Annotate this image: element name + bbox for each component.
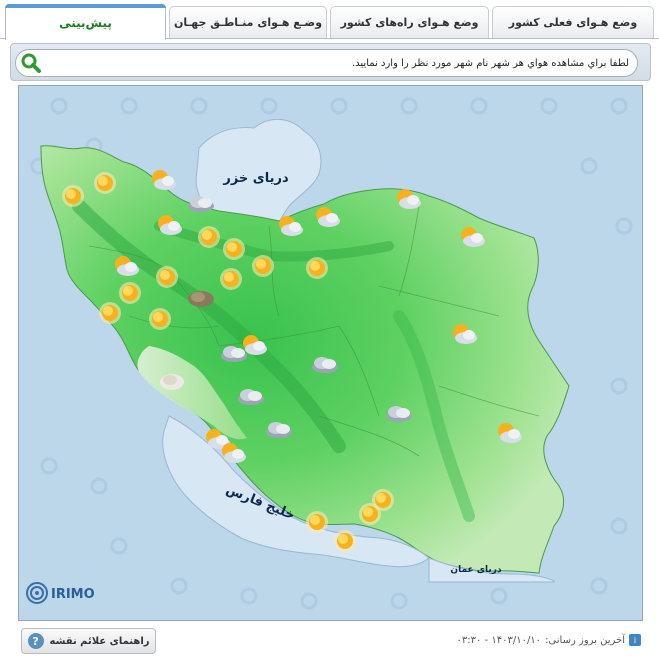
tab-label: وضـع هـواى منـاطـق جهـان (173, 16, 323, 29)
sun-icon[interactable] (156, 266, 178, 288)
sun-icon[interactable] (220, 268, 242, 290)
dust-icon[interactable] (188, 291, 214, 307)
fog-icon[interactable] (160, 374, 184, 390)
city-search-input[interactable] (54, 53, 629, 73)
sun-icon[interactable] (223, 238, 245, 260)
irimo-logo-text: IRIMO (51, 587, 95, 602)
info-icon: i (629, 634, 641, 646)
search-box (15, 49, 638, 77)
sun-icon[interactable] (62, 185, 84, 207)
last-update-value: ۱۴۰۳/۱۰/۱۰ - ۰۳:۳۰ (456, 634, 542, 646)
sun-icon[interactable] (334, 530, 356, 552)
caspian-label: درياى خزر (222, 171, 289, 186)
legend-button-label: راهنماى علائم نقشه (49, 635, 150, 647)
sun-icon[interactable] (119, 282, 141, 304)
tab-label: وضع هـواى راه‌های كشور (340, 16, 479, 29)
sun-icon[interactable] (149, 308, 171, 330)
sun-icon[interactable] (359, 503, 381, 525)
sun-icon[interactable] (252, 255, 274, 277)
sun-icon[interactable] (198, 226, 220, 248)
help-icon: ? (27, 633, 44, 649)
search-icon[interactable] (20, 53, 42, 73)
tab-forecast[interactable]: پيش‌بينى (5, 4, 166, 40)
last-update: i آخرين بروز رسانى: ۱۴۰۳/۱۰/۱۰ - ۰۳:۳۰ (457, 634, 641, 646)
map-legend-button[interactable]: راهنماى علائم نقشه ? (21, 628, 156, 654)
sun-icon[interactable] (306, 511, 328, 533)
sun-icon[interactable] (99, 302, 121, 324)
iran-map: درياى خزر خليج فارس درياى عمان IRIMO (19, 86, 642, 620)
tab-current-weather[interactable]: وضع هـواى فعلى كشور (492, 6, 654, 38)
tab-bar: وضع هـواى فعلى كشور وضع هـواى راه‌های كش… (0, 4, 659, 40)
last-update-label: آخرين بروز رسانى: (545, 634, 625, 646)
search-bar (10, 43, 651, 81)
tab-road-weather[interactable]: وضع هـواى راه‌های كشور (330, 6, 489, 38)
sun-icon[interactable] (306, 257, 328, 279)
tab-world-weather[interactable]: وضـع هـواى منـاطـق جهـان (169, 6, 327, 38)
weather-map: درياى خزر خليج فارس درياى عمان IRIMO (18, 85, 643, 621)
tab-label: وضع هـواى فعلى كشور (508, 16, 638, 29)
tab-label: پيش‌بينى (59, 15, 112, 30)
footer: راهنماى علائم نقشه ? i آخرين بروز رسانى:… (0, 624, 659, 666)
oman-sea-label: درياى عمان (450, 565, 502, 575)
sun-icon[interactable] (94, 172, 116, 194)
